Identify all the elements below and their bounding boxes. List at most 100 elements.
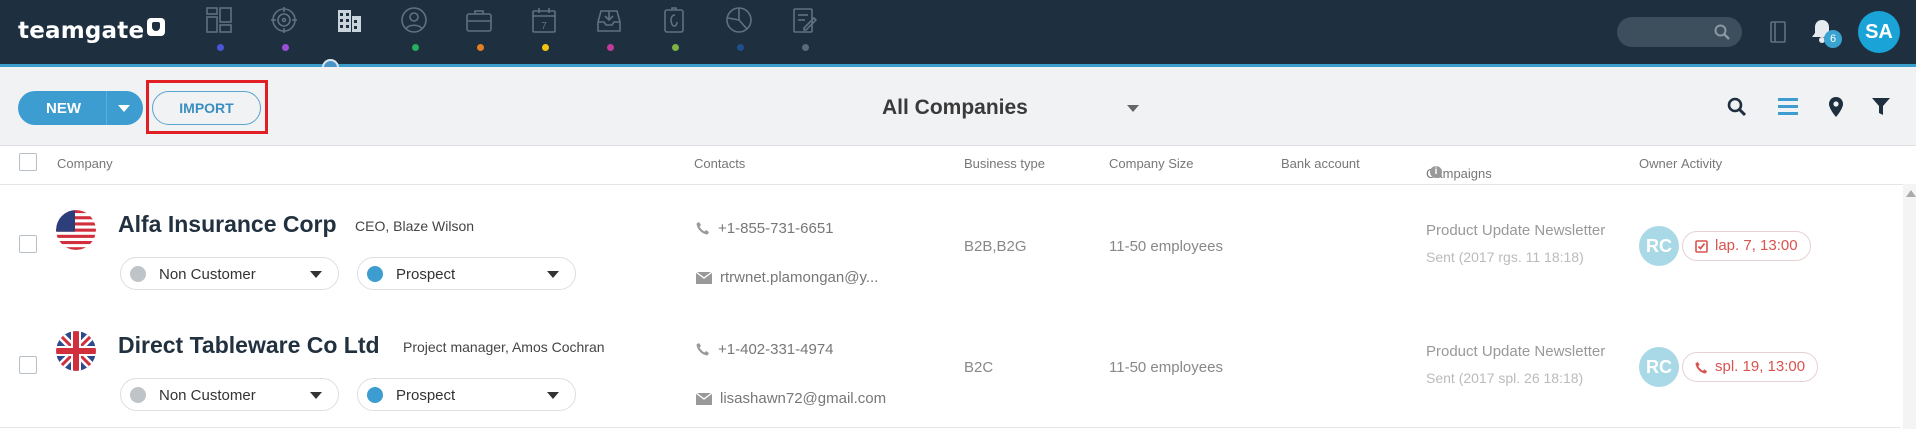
nav-dot: [217, 44, 224, 51]
nav-calendar[interactable]: 7: [511, 4, 576, 60]
campaign-name[interactable]: Product Update Newsletter: [1426, 343, 1605, 360]
contact-email[interactable]: rtrwnet.plamongan@y...: [696, 269, 878, 286]
search-icon[interactable]: [1727, 97, 1747, 117]
pie-chart-icon: [726, 7, 752, 33]
view-selector[interactable]: All Companies: [882, 96, 1028, 120]
target-icon: [271, 7, 297, 33]
phone-icon: [1695, 361, 1708, 374]
row-checkbox[interactable]: [19, 235, 37, 253]
phone-number: +1-402-331-4974: [718, 341, 834, 358]
owner-avatar[interactable]: RC: [1639, 226, 1679, 266]
task-check-icon: [1695, 240, 1708, 253]
nav-dot: [412, 44, 419, 51]
new-dropdown-caret-icon[interactable]: [118, 105, 130, 112]
new-button[interactable]: NEW: [18, 91, 143, 125]
contact-phone[interactable]: +1-402-331-4974: [696, 341, 834, 358]
header-bank-account[interactable]: Bank account: [1281, 156, 1360, 171]
company-size: 11-50 employees: [1109, 238, 1223, 255]
activity-badge[interactable]: lap. 7, 13:00: [1682, 231, 1811, 261]
map-pin-icon[interactable]: [1828, 96, 1844, 118]
info-icon[interactable]: i: [1430, 166, 1442, 178]
nav-dot: [282, 44, 289, 51]
lead-stage-dropdown[interactable]: Prospect: [357, 378, 576, 411]
list-toolbar: NEW IMPORT All Companies: [0, 67, 1916, 146]
nav-projects[interactable]: [446, 4, 511, 60]
customer-status-dropdown[interactable]: Non Customer: [120, 378, 339, 411]
customer-status-dropdown[interactable]: Non Customer: [120, 257, 339, 290]
activity-badge[interactable]: spl. 19, 13:00: [1682, 352, 1819, 382]
envelope-icon: [696, 272, 712, 284]
nav-dot: [802, 44, 809, 51]
company-name[interactable]: Direct Tableware Co Ltd: [118, 332, 380, 359]
row-checkbox[interactable]: [19, 356, 37, 374]
new-button-label: NEW: [46, 100, 81, 117]
business-type: B2C: [964, 359, 994, 376]
top-navigation-bar: teamgate 7 6 SA: [0, 0, 1916, 67]
nav-dashboard[interactable]: [186, 4, 251, 60]
company-name[interactable]: Alfa Insurance Corp: [118, 211, 337, 238]
chevron-down-icon: [547, 271, 559, 278]
status-dot: [130, 266, 146, 282]
campaign-sent: Sent (2017 spl. 26 18:18): [1426, 370, 1584, 386]
chevron-down-icon: [310, 271, 322, 278]
inbox-download-icon: [597, 10, 621, 32]
app-logo[interactable]: teamgate: [18, 18, 166, 44]
user-avatar[interactable]: SA: [1858, 11, 1900, 53]
filter-icon[interactable]: [1872, 98, 1890, 116]
campaign-name[interactable]: Product Update Newsletter: [1426, 222, 1605, 239]
phone-icon: [696, 343, 709, 356]
phone-number: +1-855-731-6651: [718, 220, 834, 237]
campaign-sent: Sent (2017 rgs. 11 18:18): [1426, 249, 1584, 265]
nav-people[interactable]: [381, 4, 446, 60]
table-row[interactable]: Alfa Insurance Corp CEO, Blaze Wilson No…: [0, 185, 1900, 307]
table-header: Company Contacts Business type Company S…: [0, 146, 1916, 185]
notification-count-badge: 6: [1824, 30, 1842, 48]
list-view-icon[interactable]: [1778, 98, 1798, 116]
logo-text: teamgate: [18, 18, 145, 44]
person-icon: [401, 7, 427, 33]
logo-hand-icon: [147, 18, 166, 36]
stage-label: Prospect: [396, 387, 456, 404]
table-row[interactable]: Direct Tableware Co Ltd Project manager,…: [0, 306, 1900, 428]
nav-dot: [607, 44, 614, 51]
activity-date: lap. 7, 13:00: [1715, 237, 1798, 254]
envelope-icon: [696, 393, 712, 405]
status-label: Non Customer: [159, 387, 256, 404]
import-highlight-box: [146, 80, 268, 134]
owner-avatar[interactable]: RC: [1639, 347, 1679, 387]
lead-stage-dropdown[interactable]: Prospect: [357, 257, 576, 290]
contact-role[interactable]: Project manager, Amos Cochran: [403, 339, 605, 355]
contact-email[interactable]: lisashawn72@gmail.com: [696, 390, 886, 407]
book-icon[interactable]: [1770, 21, 1786, 43]
search-icon: [1714, 24, 1730, 40]
nav-dot: [542, 44, 549, 51]
stage-dot: [367, 266, 383, 282]
nav-deals[interactable]: [251, 4, 316, 60]
uk-flag-icon: [56, 331, 96, 371]
nav-inbox[interactable]: [576, 4, 641, 60]
header-contacts[interactable]: Contacts: [694, 156, 745, 171]
briefcase-icon: [466, 10, 492, 32]
header-owner[interactable]: Owner: [1639, 156, 1677, 171]
nav-dot: [737, 44, 744, 51]
nav-companies[interactable]: [316, 4, 381, 60]
stage-label: Prospect: [396, 266, 456, 283]
header-activity[interactable]: Activity: [1681, 156, 1722, 171]
header-company-size[interactable]: Company Size: [1109, 156, 1194, 171]
header-business-type[interactable]: Business type: [964, 156, 1045, 171]
global-search-input[interactable]: [1617, 17, 1742, 47]
header-company[interactable]: Company: [57, 156, 113, 171]
scrollbar[interactable]: [1903, 184, 1916, 429]
nav-dot: [477, 44, 484, 51]
status-dot: [130, 387, 146, 403]
stage-dot: [367, 387, 383, 403]
contact-phone[interactable]: +1-855-731-6651: [696, 220, 834, 237]
company-size: 11-50 employees: [1109, 359, 1223, 376]
scroll-up-arrow-icon[interactable]: [1906, 190, 1916, 197]
nav-reports[interactable]: [706, 4, 771, 60]
nav-documents[interactable]: [641, 4, 706, 60]
select-all-checkbox[interactable]: [19, 153, 37, 171]
contact-role[interactable]: CEO, Blaze Wilson: [355, 218, 474, 234]
nav-notes[interactable]: [771, 4, 836, 60]
view-selector-caret-icon[interactable]: [1127, 105, 1139, 112]
